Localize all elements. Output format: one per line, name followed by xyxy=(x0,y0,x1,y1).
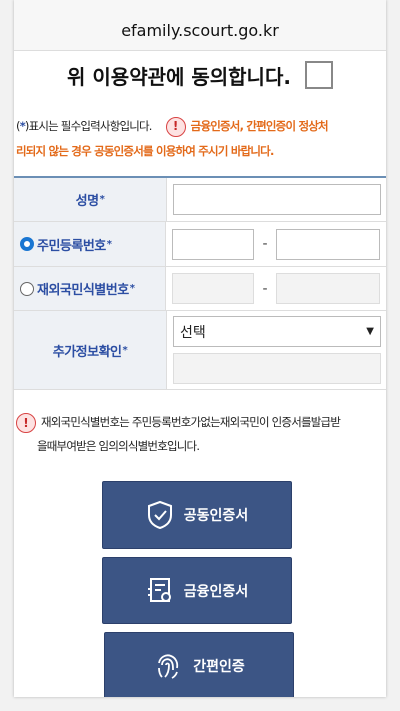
notice-line-1: (*)표시는 필수입력사항입니다.! 금융인증서, 간편인증이 정상처 xyxy=(16,114,386,139)
shield-check-icon xyxy=(147,500,172,530)
extra-select[interactable]: 선택 ▼ xyxy=(173,316,381,347)
agreement-label: 위 이용약관에 동의합니다. xyxy=(67,64,291,89)
url-text: efamily.scourt.go.kr xyxy=(121,20,279,40)
name-input[interactable] xyxy=(173,184,381,215)
warning-icon: ! xyxy=(165,116,186,137)
foreigner-notice-line2: 을때부여받은 임의의식별번호입니다. xyxy=(37,439,200,453)
mobile-frame: efamily.scourt.go.kr 위 이용약관에 동의합니다. (*)표… xyxy=(14,0,386,697)
url-bar[interactable]: efamily.scourt.go.kr xyxy=(14,10,386,51)
fingerprint-icon xyxy=(158,654,179,679)
required-star: * xyxy=(129,283,135,294)
resident-radio[interactable] xyxy=(20,237,34,251)
identity-form: 성명 * 주민등록번호 * - 재외국민식별번호 * - 추가정보확인 * 선택 ▼ xyxy=(14,176,386,390)
required-text: )표시는 필수입력사항입니다. xyxy=(24,119,153,133)
name-row: 성명 * xyxy=(14,178,386,222)
status-bar xyxy=(14,0,386,10)
resident-front-input[interactable] xyxy=(172,228,254,260)
agreement-checkbox[interactable] xyxy=(304,61,333,89)
agreement-row: 위 이용약관에 동의합니다. xyxy=(14,58,386,92)
foreigner-front-input[interactable] xyxy=(172,273,254,304)
certificate-icon xyxy=(147,577,171,602)
required-star: * xyxy=(99,194,105,205)
foreigner-back-input[interactable] xyxy=(276,273,380,304)
resident-back-input[interactable] xyxy=(276,228,380,260)
extra-input[interactable] xyxy=(173,353,381,384)
foreigner-radio[interactable] xyxy=(20,281,34,296)
required-star: * xyxy=(122,344,128,356)
cert-warning-line1: 금융인증서, 간편인증이 정상처 xyxy=(190,119,329,133)
warning-icon: ! xyxy=(16,412,36,433)
dash: - xyxy=(262,280,268,297)
financial-cert-button[interactable]: 금융인증서 xyxy=(102,557,292,624)
foreigner-row: 재외국민식별번호 * - xyxy=(14,267,386,311)
dash: - xyxy=(262,236,268,252)
required-star: * xyxy=(106,238,112,250)
joint-cert-label: 공동인증서 xyxy=(183,508,249,524)
required-notice: (*)표시는 필수입력사항입니다.! 금융인증서, 간편인증이 정상처 리되지 않… xyxy=(16,114,386,164)
resident-row: 주민등록번호 * - xyxy=(14,222,386,267)
foreigner-label: 재외국민식별번호 * xyxy=(14,267,166,310)
cert-warning-line2: 리되지 않는 경우 공동인증서를 이용하여 주시기 바랍니다. xyxy=(16,144,274,158)
financial-cert-label: 금융인증서 xyxy=(183,583,249,600)
simple-auth-label: 간편인증 xyxy=(193,659,245,675)
foreigner-notice-line1: ! 재외국민식별번호는 주민등록번호가없는재외국민이 인증서를발급받 xyxy=(16,410,386,434)
extra-row: 추가정보확인 * 선택 ▼ xyxy=(14,311,386,390)
simple-auth-button[interactable]: 간편인증 xyxy=(104,632,294,697)
resident-label: 주민등록번호 * xyxy=(14,222,166,266)
joint-cert-button[interactable]: 공동인증서 xyxy=(102,481,292,549)
dropdown-arrow-icon: ▼ xyxy=(366,326,374,337)
foreigner-notice: ! 재외국민식별번호는 주민등록번호가없는재외국민이 인증서를발급받 을때부여받은… xyxy=(16,410,386,458)
name-label: 성명 * xyxy=(14,178,167,221)
extra-label: 추가정보확인 * xyxy=(14,311,167,389)
